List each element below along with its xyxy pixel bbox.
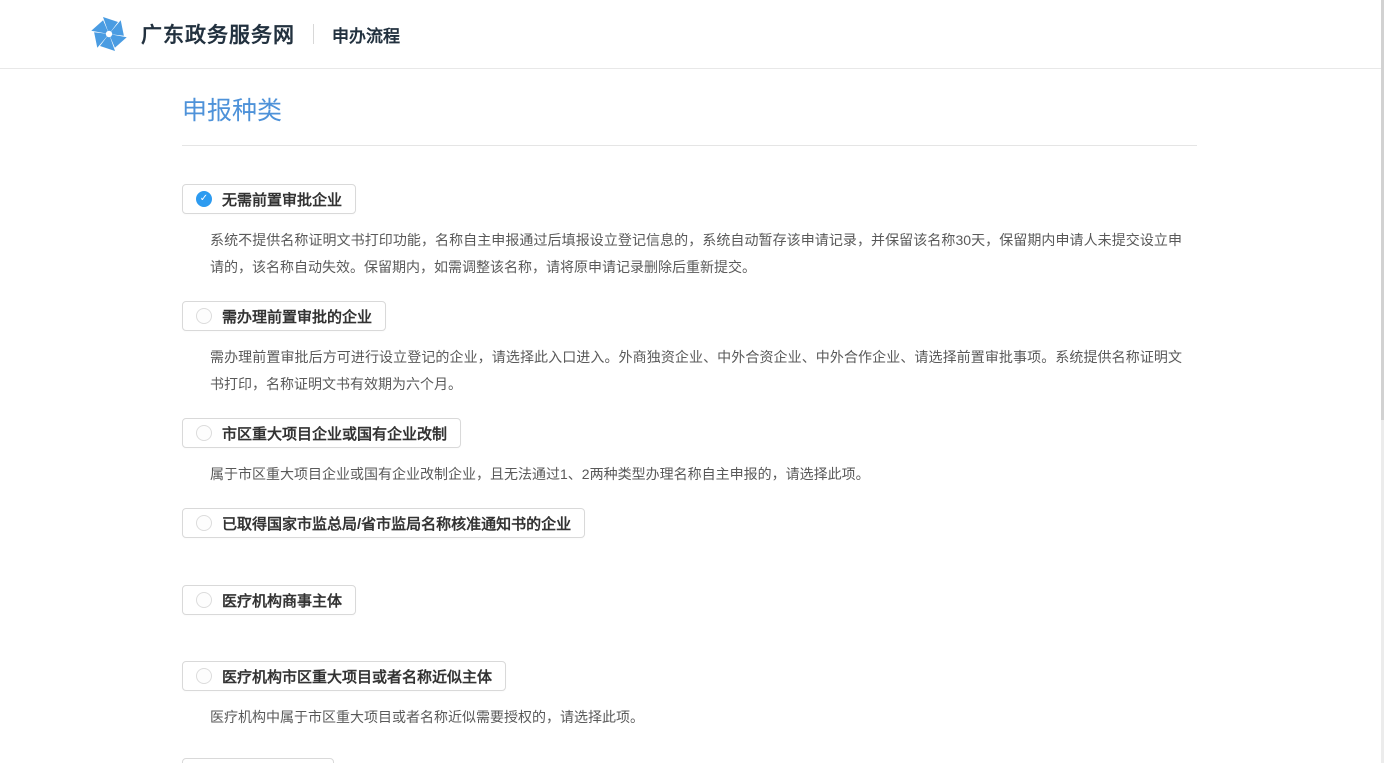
option-button-partial[interactable] bbox=[182, 758, 334, 763]
logo-pinwheel-icon bbox=[90, 15, 128, 53]
site-name[interactable]: 广东政务服务网 bbox=[141, 19, 295, 49]
option-label: 无需前置审批企业 bbox=[222, 189, 342, 210]
main-content: 申报种类 ✓ 无需前置审批企业 系统不提供名称证明文书打印功能，名称自主申报通过… bbox=[182, 93, 1197, 763]
radio-icon: ✓ bbox=[196, 592, 212, 608]
option-row: ✓ 已取得国家市监总局/省市监局名称核准通知书的企业 bbox=[182, 508, 1197, 538]
option-description: 医疗机构中属于市区重大项目或者名称近似需要授权的，请选择此项。 bbox=[210, 704, 1182, 731]
breadcrumb-page-name: 申办流程 bbox=[332, 22, 400, 47]
option-button-major-project-or-soe-reform[interactable]: ✓ 市区重大项目企业或国有企业改制 bbox=[182, 418, 461, 448]
radio-icon: ✓ bbox=[196, 425, 212, 441]
option-label: 医疗机构市区重大项目或者名称近似主体 bbox=[222, 666, 492, 687]
check-icon: ✓ bbox=[200, 194, 208, 204]
option-button-pre-approval-required[interactable]: ✓ 需办理前置审批的企业 bbox=[182, 301, 386, 331]
page-title: 申报种类 bbox=[182, 93, 1197, 146]
option-row: ✓ 无需前置审批企业 系统不提供名称证明文书打印功能，名称自主申报通过后填报设立… bbox=[182, 184, 1197, 281]
option-row bbox=[182, 758, 1197, 763]
option-button-no-pre-approval[interactable]: ✓ 无需前置审批企业 bbox=[182, 184, 356, 214]
option-row: ✓ 需办理前置审批的企业 需办理前置审批后方可进行设立登记的企业，请选择此入口进… bbox=[182, 301, 1197, 398]
radio-icon: ✓ bbox=[196, 191, 212, 207]
header: 广东政务服务网 申办流程 bbox=[0, 0, 1384, 69]
option-row: ✓ 市区重大项目企业或国有企业改制 属于市区重大项目企业或国有企业改制企业，且无… bbox=[182, 418, 1197, 488]
option-description: 属于市区重大项目企业或国有企业改制企业，且无法通过1、2两种类型办理名称自主申报… bbox=[210, 461, 1182, 488]
option-list: ✓ 无需前置审批企业 系统不提供名称证明文书打印功能，名称自主申报通过后填报设立… bbox=[182, 184, 1197, 763]
option-row: ✓ 医疗机构商事主体 bbox=[182, 585, 1197, 615]
option-button-medical-major-project-similar-name[interactable]: ✓ 医疗机构市区重大项目或者名称近似主体 bbox=[182, 661, 506, 691]
radio-icon: ✓ bbox=[196, 515, 212, 531]
option-row: ✓ 医疗机构市区重大项目或者名称近似主体 医疗机构中属于市区重大项目或者名称近似… bbox=[182, 661, 1197, 731]
option-button-approved-name-notice[interactable]: ✓ 已取得国家市监总局/省市监局名称核准通知书的企业 bbox=[182, 508, 585, 538]
radio-icon: ✓ bbox=[196, 668, 212, 684]
radio-icon: ✓ bbox=[196, 308, 212, 324]
option-description: 系统不提供名称证明文书打印功能，名称自主申报通过后填报设立登记信息的，系统自动暂… bbox=[210, 227, 1182, 281]
option-label: 医疗机构商事主体 bbox=[222, 590, 342, 611]
option-button-medical-commercial-entity[interactable]: ✓ 医疗机构商事主体 bbox=[182, 585, 356, 615]
option-description: 需办理前置审批后方可进行设立登记的企业，请选择此入口进入。外商独资企业、中外合资… bbox=[210, 344, 1182, 398]
option-label: 已取得国家市监总局/省市监局名称核准通知书的企业 bbox=[222, 513, 571, 534]
header-divider bbox=[313, 24, 314, 44]
option-label: 需办理前置审批的企业 bbox=[222, 306, 372, 327]
option-label: 市区重大项目企业或国有企业改制 bbox=[222, 423, 447, 444]
